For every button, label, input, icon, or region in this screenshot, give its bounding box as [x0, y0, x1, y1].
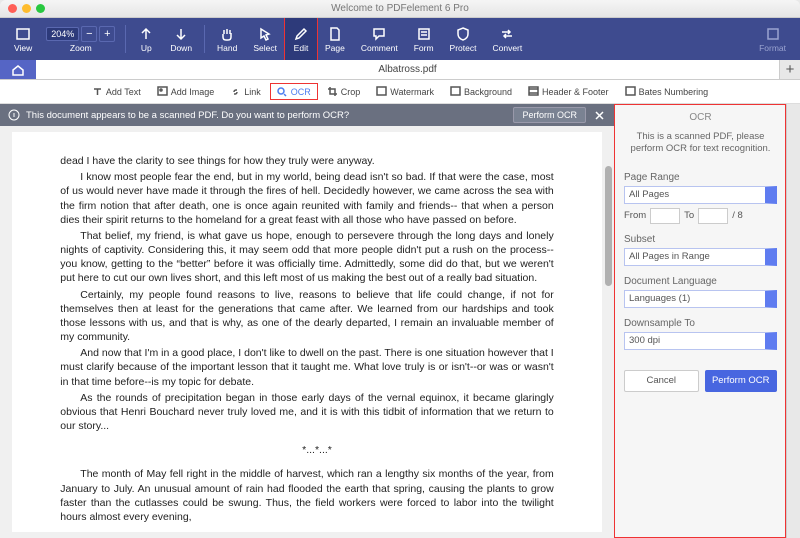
- zoom-in-button[interactable]: +: [99, 26, 115, 42]
- down-button[interactable]: Down: [162, 18, 200, 60]
- zoom-value[interactable]: 204%: [46, 27, 79, 41]
- hand-button[interactable]: Hand: [209, 18, 245, 60]
- down-icon: [173, 26, 189, 42]
- cancel-button[interactable]: Cancel: [624, 370, 699, 392]
- document-tab[interactable]: Albatross.pdf: [36, 60, 780, 79]
- crop-button[interactable]: Crop: [321, 84, 367, 99]
- comment-label: Comment: [361, 43, 398, 53]
- from-input[interactable]: [650, 208, 680, 224]
- comment-button[interactable]: Comment: [353, 18, 406, 60]
- info-icon: [8, 109, 20, 121]
- form-button[interactable]: Form: [406, 18, 442, 60]
- convert-button[interactable]: Convert: [484, 18, 530, 60]
- format-button[interactable]: Format: [751, 18, 794, 60]
- watermark-icon: [376, 86, 387, 97]
- panel-title: OCR: [624, 112, 777, 123]
- protect-label: Protect: [450, 43, 477, 53]
- home-tab[interactable]: [0, 60, 36, 79]
- edit-icon: [293, 26, 309, 42]
- from-label: From: [624, 210, 646, 221]
- perform-ocr-notice-button[interactable]: Perform OCR: [513, 107, 586, 123]
- shield-icon: [455, 26, 471, 42]
- crop-icon: [327, 86, 338, 97]
- add-image-button[interactable]: Add Image: [151, 84, 221, 99]
- document-area: This document appears to be a scanned PD…: [0, 104, 614, 538]
- bates-icon: [625, 86, 636, 97]
- close-icon: [595, 111, 604, 120]
- up-button[interactable]: Up: [130, 18, 162, 60]
- notice-message: This document appears to be a scanned PD…: [26, 110, 349, 121]
- home-icon: [11, 63, 25, 77]
- main-toolbar: View 204% − + Zoom Up Down Hand Select E…: [0, 18, 800, 60]
- document-scroll[interactable]: dead I have the clarity to see things fo…: [0, 126, 614, 538]
- header-footer-button[interactable]: Header & Footer: [522, 84, 615, 99]
- watermark-button[interactable]: Watermark: [370, 84, 440, 99]
- select-label: Select: [253, 43, 277, 53]
- subset-label: Subset: [624, 234, 777, 245]
- zoom-label: Zoom: [70, 43, 92, 53]
- select-icon: [257, 26, 273, 42]
- app-title: Welcome to PDFelement 6 Pro: [0, 3, 800, 14]
- page-total: / 8: [732, 210, 743, 221]
- form-icon: [416, 26, 432, 42]
- pdf-page: dead I have the clarity to see things fo…: [12, 132, 601, 532]
- down-label: Down: [170, 43, 192, 53]
- perform-ocr-button[interactable]: Perform OCR: [705, 370, 778, 392]
- text-icon: [92, 86, 103, 97]
- view-icon: [15, 26, 31, 42]
- view-button[interactable]: View: [6, 18, 40, 60]
- protect-button[interactable]: Protect: [442, 18, 485, 60]
- page-icon: [327, 26, 343, 42]
- view-label: View: [14, 43, 32, 53]
- titlebar: Welcome to PDFelement 6 Pro: [0, 0, 800, 18]
- up-label: Up: [141, 43, 152, 53]
- add-text-button[interactable]: Add Text: [86, 84, 147, 99]
- convert-label: Convert: [492, 43, 522, 53]
- up-icon: [138, 26, 154, 42]
- comment-icon: [371, 26, 387, 42]
- page-range-label: Page Range: [624, 172, 777, 183]
- edit-button[interactable]: Edit: [285, 18, 317, 60]
- hand-label: Hand: [217, 43, 237, 53]
- subset-select[interactable]: All Pages in Range: [624, 248, 777, 266]
- convert-icon: [499, 26, 515, 42]
- ocr-panel: OCR This is a scanned PDF, please perfor…: [614, 104, 786, 538]
- background-icon: [450, 86, 461, 97]
- tabbar: Albatross.pdf +: [0, 60, 800, 80]
- downsample-label: Downsample To: [624, 318, 777, 329]
- hand-icon: [219, 26, 235, 42]
- sub-toolbar: Add Text Add Image Link OCR Crop Waterma…: [0, 80, 800, 104]
- ocr-notice-bar: This document appears to be a scanned PD…: [0, 104, 614, 126]
- zoom-out-button[interactable]: −: [81, 26, 97, 42]
- link-icon: [230, 86, 241, 97]
- ocr-icon: [277, 86, 288, 97]
- right-gutter: [786, 104, 800, 538]
- edit-label: Edit: [294, 43, 309, 53]
- link-button[interactable]: Link: [224, 84, 267, 99]
- select-button[interactable]: Select: [245, 18, 285, 60]
- vertical-scrollbar[interactable]: [605, 166, 612, 286]
- format-label: Format: [759, 43, 786, 53]
- panel-info: This is a scanned PDF, please perform OC…: [624, 131, 777, 156]
- language-select[interactable]: Languages (1): [624, 290, 777, 308]
- format-icon: [765, 26, 781, 42]
- image-icon: [157, 86, 168, 97]
- new-tab-button[interactable]: +: [780, 61, 800, 78]
- background-button[interactable]: Background: [444, 84, 518, 99]
- downsample-select[interactable]: 300 dpi: [624, 332, 777, 350]
- to-input[interactable]: [698, 208, 728, 224]
- page-range-select[interactable]: All Pages: [624, 186, 777, 204]
- ocr-button[interactable]: OCR: [271, 84, 317, 99]
- bates-button[interactable]: Bates Numbering: [619, 84, 715, 99]
- close-notice-button[interactable]: [592, 108, 606, 122]
- page-button[interactable]: Page: [317, 18, 353, 60]
- header-footer-icon: [528, 86, 539, 97]
- to-label: To: [684, 210, 694, 221]
- form-label: Form: [414, 43, 434, 53]
- language-label: Document Language: [624, 276, 777, 287]
- page-label: Page: [325, 43, 345, 53]
